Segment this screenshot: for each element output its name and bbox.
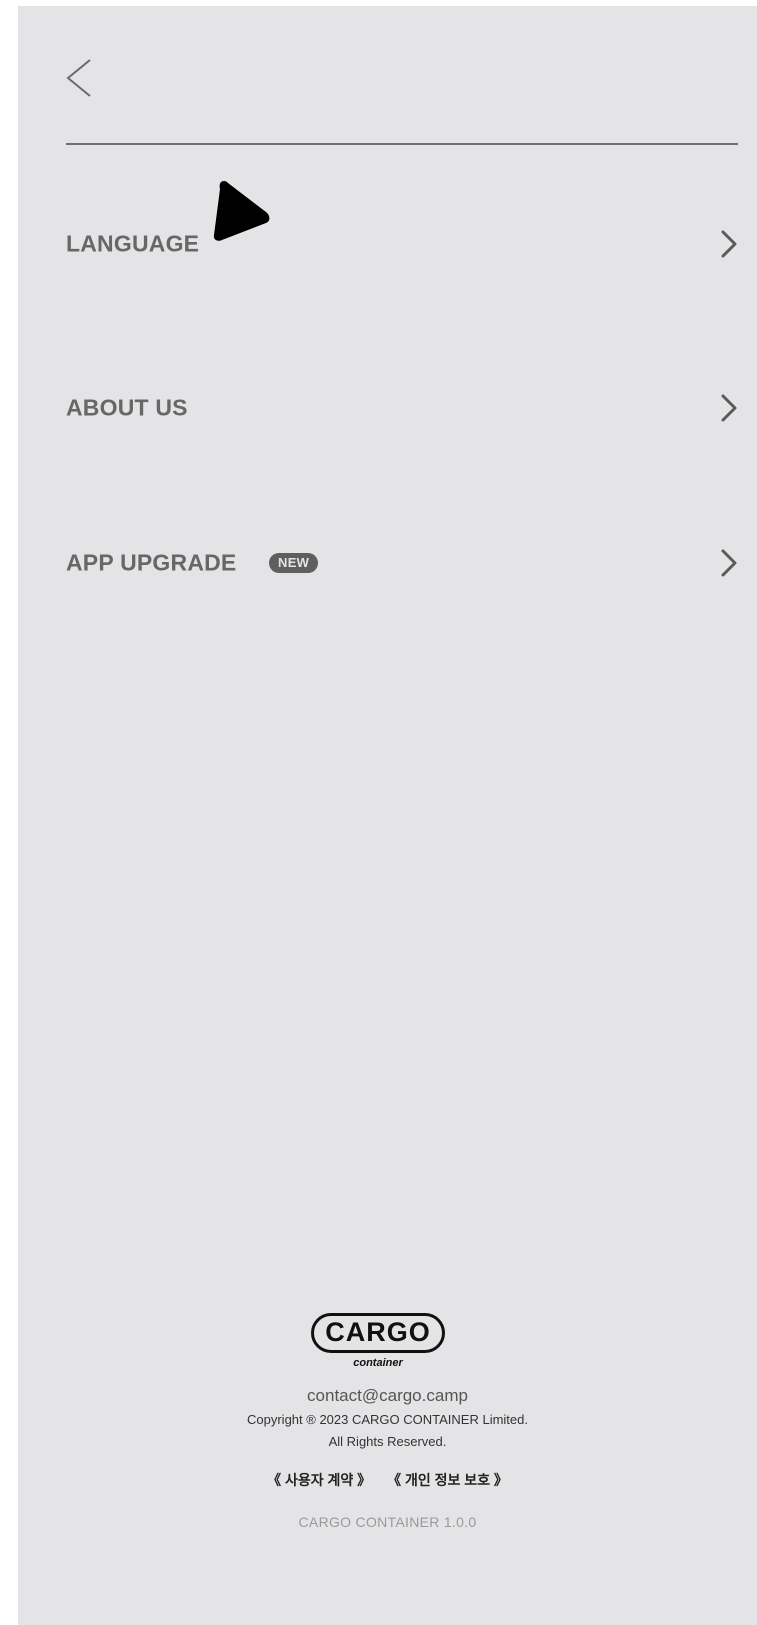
chevron-right-icon [721,230,737,258]
menu-item-label: ABOUT US [66,394,188,421]
back-button[interactable] [62,54,102,102]
chevron-right-icon [721,549,737,577]
new-badge: NEW [269,553,319,573]
legal-links: 《 사용자 계약 》 《 개인 정보 보호 》 [18,1470,757,1490]
contact-email[interactable]: contact@cargo.camp [18,1386,757,1406]
menu-item-label: LANGUAGE [66,230,200,257]
privacy-link[interactable]: 《 개인 정보 보호 》 [387,1472,508,1488]
chevron-left-icon [66,59,91,97]
terms-link[interactable]: 《 사용자 계약 》 [267,1472,371,1488]
menu-item-app-upgrade[interactable]: APP UPGRADE NEW [66,528,738,598]
chevron-right-icon [721,394,737,422]
settings-screen: LANGUAGE ABOUT US APP UPGRADE NEW CARGO … [18,6,757,1625]
rights-text: All Rights Reserved. [328,1434,447,1449]
cargo-logo: CARGO container [311,1313,451,1373]
logo-text: CARGO [325,1317,431,1347]
app-version: CARGO CONTAINER 1.0.0 [298,1514,477,1530]
header-divider [66,143,738,145]
menu-item-language[interactable]: LANGUAGE [66,209,738,279]
menu-item-about-us[interactable]: ABOUT US [66,373,738,443]
logo-subtext: container [353,1357,403,1369]
menu-item-label: APP UPGRADE [66,549,237,576]
copyright-text: Copyright ® 2023 CARGO CONTAINER Limited… [247,1412,528,1427]
pointer-cursor-icon [213,181,270,241]
